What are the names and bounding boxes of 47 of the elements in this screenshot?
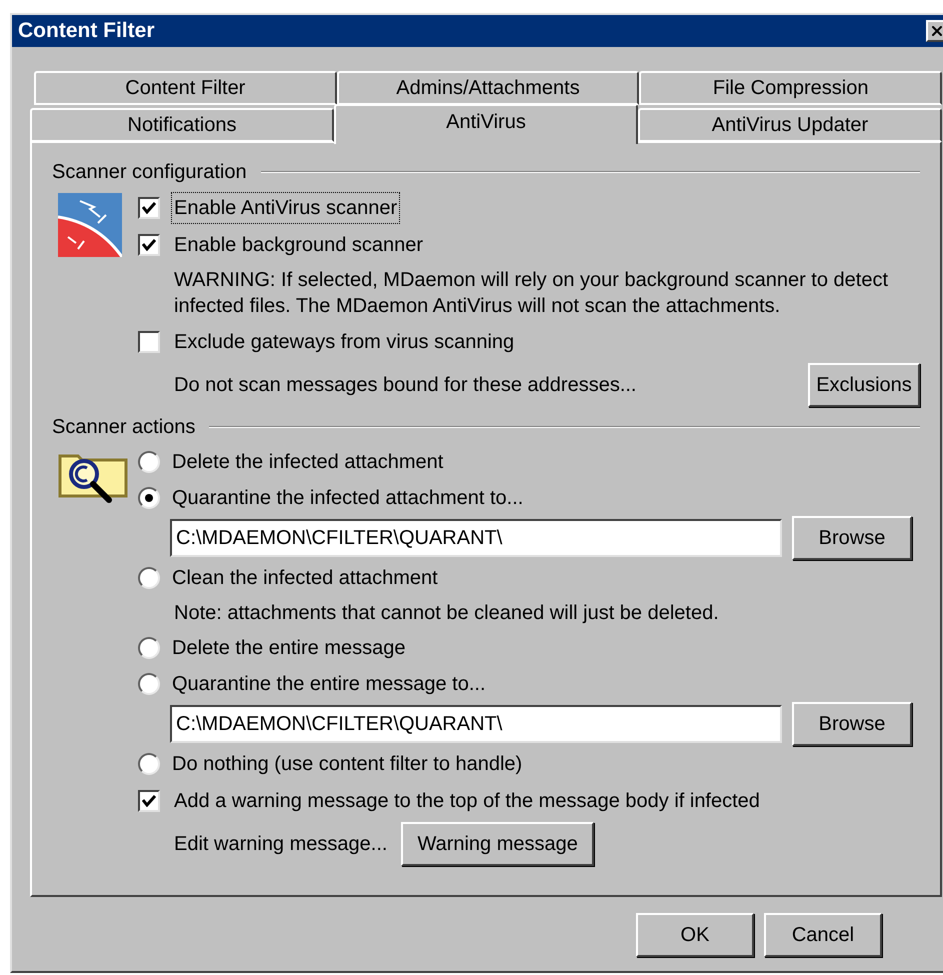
push-button[interactable]: Browse [792,516,912,560]
group-title: Scanner configuration [52,160,247,185]
tab[interactable]: Admins/Attachments [336,71,640,105]
path-field[interactable]: C:\MDAEMON\CFILTER\QUARANT\ [170,519,782,557]
close-icon [929,23,943,39]
checkbox-label: Add a warning message to the top of the message body if infected [173,788,761,814]
path-field[interactable]: C:\MDAEMON\CFILTER\QUARANT\ [170,705,782,743]
checkbox[interactable] [138,790,160,812]
checkbox-label: Enable background scanner [173,232,424,258]
radio-label: Delete the entire message [172,636,406,661]
check-icon [142,794,156,806]
antivirus-shield-icon [58,193,122,257]
push-button[interactable]: OK [636,913,754,957]
note-text: WARNING: If selected, MDaemon will rely on your background scanner to detect infected files. The MDaemon AntiVirus will not scan the attachments. [173,268,890,319]
group-title: Scanner actions [52,415,196,440]
checkbox-label: Enable AntiVirus scanner [172,192,400,222]
radio-label: Quarantine the entire message to... [172,672,486,697]
checkbox[interactable] [138,196,160,218]
checkbox[interactable] [138,330,160,352]
tab[interactable]: Content Filter [34,71,337,105]
radio-button[interactable] [138,451,160,473]
radio-button[interactable] [138,567,160,589]
radio-button[interactable] [138,487,160,509]
radio-label: Clean the infected attachment [172,566,438,591]
push-button[interactable]: Warning message [401,822,594,866]
note-text: Note: attachments that cannot be cleaned will just be deleted. [173,601,720,626]
radio-label: Do nothing (use content filter to handle) [172,752,522,777]
radio-label: Quarantine the infected attachment to... [172,486,524,511]
hint-text: Edit warning message... [174,832,388,857]
hint-text: Do not scan messages bound for these addresses... [174,373,636,398]
checkbox-label: Exclude gateways from virus scanning [173,330,516,354]
check-icon [142,238,156,250]
close-button[interactable] [926,20,943,42]
tab[interactable]: AntiVirus Updater [638,108,942,142]
checkbox[interactable] [138,234,160,256]
tab[interactable]: AntiVirus [334,104,638,144]
radio-button[interactable] [138,753,160,775]
check-icon [142,202,156,214]
push-button[interactable]: Exclusions [808,363,920,407]
tab[interactable]: Notifications [30,108,334,142]
radio-button[interactable] [138,673,160,695]
radio-label: Delete the infected attachment [172,450,444,475]
push-button[interactable]: Cancel [764,913,882,957]
push-button[interactable]: Browse [792,702,912,746]
window-title: Content Filter [18,18,154,44]
radio-button[interactable] [138,637,160,659]
tab[interactable]: File Compression [639,71,942,105]
